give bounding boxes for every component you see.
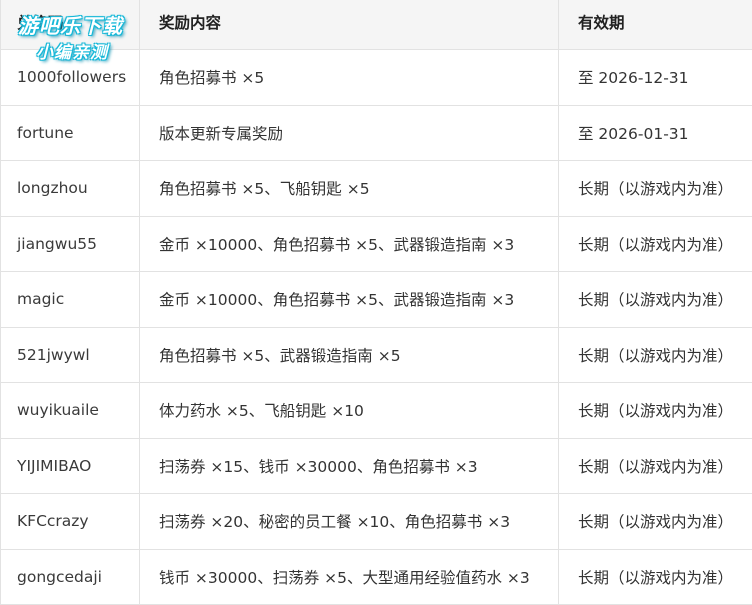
- table-row: 521jwywl 角色招募书 ×5、武器锻造指南 ×5 长期（以游戏内为准）: [1, 327, 752, 383]
- validity-cell: 至 2026-12-31: [559, 50, 752, 106]
- reward-cell: 角色招募书 ×5、武器锻造指南 ×5: [140, 327, 559, 383]
- validity-cell: 长期（以游戏内为准）: [559, 161, 752, 217]
- table-row: gongcedaji 钱币 ×30000、扫荡券 ×5、大型通用经验值药水 ×3…: [1, 549, 752, 605]
- validity-cell: 长期（以游戏内为准）: [559, 438, 752, 494]
- table-row: longzhou 角色招募书 ×5、飞船钥匙 ×5 长期（以游戏内为准）: [1, 161, 752, 217]
- redeem-code-table: 兑换码 奖励内容 有效期 1000followers 角色招募书 ×5 至 20…: [0, 0, 752, 605]
- table-row: 1000followers 角色招募书 ×5 至 2026-12-31: [1, 50, 752, 106]
- code-cell[interactable]: YIJIMIBAO: [1, 438, 140, 494]
- reward-cell: 角色招募书 ×5: [140, 50, 559, 106]
- validity-cell: 长期（以游戏内为准）: [559, 327, 752, 383]
- header-validity: 有效期: [559, 0, 752, 50]
- reward-cell: 金币 ×10000、角色招募书 ×5、武器锻造指南 ×3: [140, 216, 559, 272]
- validity-cell: 长期（以游戏内为准）: [559, 272, 752, 328]
- header-reward: 奖励内容: [140, 0, 559, 50]
- validity-cell: 长期（以游戏内为准）: [559, 216, 752, 272]
- table-row: magic 金币 ×10000、角色招募书 ×5、武器锻造指南 ×3 长期（以游…: [1, 272, 752, 328]
- code-cell[interactable]: KFCcrazy: [1, 494, 140, 550]
- table-row: fortune 版本更新专属奖励 至 2026-01-31: [1, 105, 752, 161]
- table-row: KFCcrazy 扫荡券 ×20、秘密的员工餐 ×10、角色招募书 ×3 长期（…: [1, 494, 752, 550]
- code-cell[interactable]: longzhou: [1, 161, 140, 217]
- validity-cell: 长期（以游戏内为准）: [559, 549, 752, 605]
- code-cell[interactable]: magic: [1, 272, 140, 328]
- reward-cell: 金币 ×10000、角色招募书 ×5、武器锻造指南 ×3: [140, 272, 559, 328]
- validity-cell: 长期（以游戏内为准）: [559, 383, 752, 439]
- code-cell[interactable]: gongcedaji: [1, 549, 140, 605]
- table-row: YIJIMIBAO 扫荡券 ×15、钱币 ×30000、角色招募书 ×3 长期（…: [1, 438, 752, 494]
- code-cell[interactable]: fortune: [1, 105, 140, 161]
- reward-cell: 扫荡券 ×15、钱币 ×30000、角色招募书 ×3: [140, 438, 559, 494]
- reward-cell: 钱币 ×30000、扫荡券 ×5、大型通用经验值药水 ×3: [140, 549, 559, 605]
- reward-cell: 版本更新专属奖励: [140, 105, 559, 161]
- table-row: wuyikuaile 体力药水 ×5、飞船钥匙 ×10 长期（以游戏内为准）: [1, 383, 752, 439]
- code-cell[interactable]: jiangwu55: [1, 216, 140, 272]
- header-code: 兑换码: [1, 0, 140, 50]
- validity-cell: 长期（以游戏内为准）: [559, 494, 752, 550]
- code-cell[interactable]: 521jwywl: [1, 327, 140, 383]
- code-cell[interactable]: 1000followers: [1, 50, 140, 106]
- table-header-row: 兑换码 奖励内容 有效期: [1, 0, 752, 50]
- reward-cell: 体力药水 ×5、飞船钥匙 ×10: [140, 383, 559, 439]
- code-cell[interactable]: wuyikuaile: [1, 383, 140, 439]
- reward-cell: 扫荡券 ×20、秘密的员工餐 ×10、角色招募书 ×3: [140, 494, 559, 550]
- reward-cell: 角色招募书 ×5、飞船钥匙 ×5: [140, 161, 559, 217]
- table-row: jiangwu55 金币 ×10000、角色招募书 ×5、武器锻造指南 ×3 长…: [1, 216, 752, 272]
- validity-cell: 至 2026-01-31: [559, 105, 752, 161]
